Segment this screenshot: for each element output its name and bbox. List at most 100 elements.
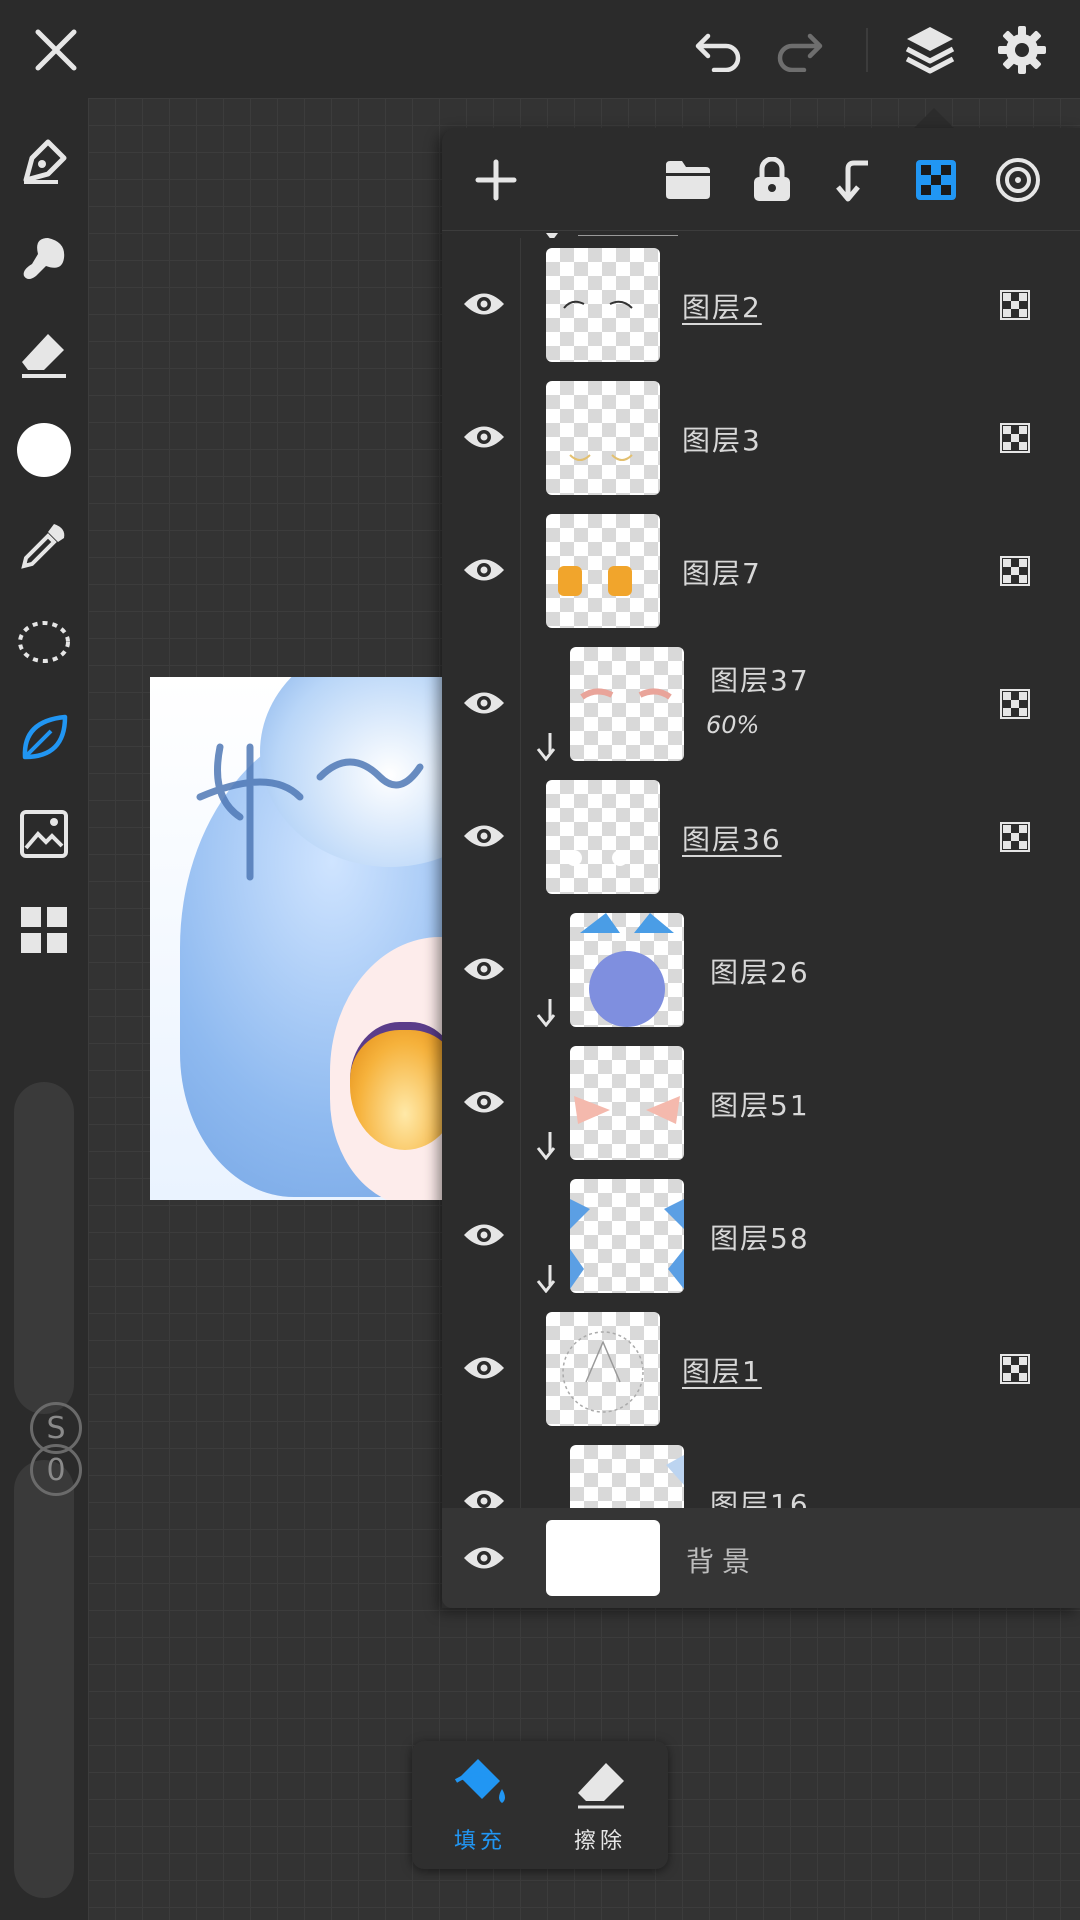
visibility-toggle[interactable] <box>454 673 514 733</box>
layer-name: 图层36 <box>682 823 782 856</box>
fill-mode-button[interactable]: 填充 <box>420 1755 540 1861</box>
lock-icon <box>754 157 790 201</box>
grid-layout-icon <box>21 907 67 953</box>
eyedropper-tool[interactable] <box>14 516 74 576</box>
visibility-toggle[interactable] <box>454 1338 514 1398</box>
clip-arrow-icon <box>536 1265 556 1294</box>
panel-pointer <box>914 108 954 128</box>
row-divider <box>520 1169 521 1302</box>
lasso-select-tool[interactable] <box>14 612 74 672</box>
opacity-label: 0 <box>30 1444 82 1496</box>
visibility-toggle[interactable] <box>454 540 514 600</box>
eye-icon <box>464 1547 504 1569</box>
row-divider <box>520 637 521 770</box>
layers-icon <box>905 27 955 74</box>
background-layer-row[interactable]: 背景 <box>442 1508 1080 1608</box>
eye-icon <box>464 692 504 714</box>
clipping-indicator <box>536 1263 556 1294</box>
eye-icon <box>464 1091 504 1113</box>
leaf-fill-tool-icon <box>22 714 68 760</box>
settings-icon <box>998 26 1046 74</box>
row-divider <box>520 238 521 371</box>
layer-row[interactable]: 图层1 <box>442 1302 1080 1436</box>
layer-name: 图层2 <box>682 291 762 324</box>
smudge-tool[interactable] <box>14 228 74 288</box>
eraser-tool[interactable] <box>14 324 74 384</box>
alpha-lock-icon <box>916 160 956 200</box>
layers-panel: 图层2 图层3 图层7 图层37 60% 图层36 图层26 图层51 图层58 图层1 图层16 … <box>442 128 1080 1608</box>
new-folder-button[interactable] <box>660 152 716 208</box>
layer-name: 图层1 <box>682 1355 762 1388</box>
alpha-lock-indicator[interactable] <box>1000 423 1030 453</box>
visibility-toggle[interactable] <box>454 1072 514 1132</box>
eraser-icon <box>22 334 66 378</box>
layout-tool[interactable] <box>14 900 74 960</box>
layer-thumbnail <box>570 1179 684 1293</box>
layer-thumbnail <box>546 248 660 362</box>
top-bar <box>0 0 1080 98</box>
visibility-toggle[interactable] <box>454 806 514 866</box>
layer-row[interactable]: 图层3 <box>442 371 1080 505</box>
opacity-slider[interactable]: 0 <box>14 1444 82 1898</box>
alpha-lock-indicator[interactable] <box>1000 556 1030 586</box>
eye-icon <box>464 559 504 581</box>
folder-icon <box>666 161 710 199</box>
layer-row[interactable]: 图层26 <box>442 903 1080 1037</box>
layer-thumbnail <box>546 1312 660 1426</box>
undo-icon <box>695 33 741 72</box>
row-divider <box>520 903 521 1036</box>
erase-label: 擦除 <box>573 1829 626 1854</box>
alpha-lock-indicator[interactable] <box>1000 290 1030 320</box>
alpha-lock-indicator[interactable] <box>1000 689 1030 719</box>
layer-row[interactable]: 图层2 <box>442 238 1080 372</box>
layer-thumbnail <box>546 514 660 628</box>
eye-icon <box>464 293 504 315</box>
close-button[interactable] <box>24 20 88 80</box>
leaf-fill-tool[interactable] <box>14 708 74 768</box>
erase-mode-button[interactable]: 擦除 <box>540 1755 660 1861</box>
layer-name: 图层26 <box>710 956 810 989</box>
visibility-toggle[interactable] <box>454 1528 514 1588</box>
layers-button[interactable] <box>898 18 962 82</box>
layer-thumbnail <box>570 647 684 761</box>
alpha-lock-indicator-icon <box>1000 689 1030 719</box>
visibility-toggle[interactable] <box>454 1205 514 1265</box>
layer-row[interactable]: 图层58 <box>442 1169 1080 1303</box>
settings-button[interactable] <box>990 18 1054 82</box>
visibility-toggle[interactable] <box>454 939 514 999</box>
clipping-mask-button[interactable] <box>826 152 882 208</box>
fill-label: 填充 <box>453 1829 506 1854</box>
brush-size-slider[interactable]: S <box>14 1082 82 1454</box>
layer-name: 图层51 <box>710 1089 810 1122</box>
redo-button[interactable] <box>768 20 832 80</box>
layer-row[interactable]: 图层51 <box>442 1036 1080 1170</box>
pen-tool[interactable] <box>14 132 74 192</box>
layer-row[interactable]: 图层7 <box>442 504 1080 638</box>
visibility-toggle[interactable] <box>454 274 514 334</box>
add-layer-button[interactable] <box>468 152 524 208</box>
layer-row[interactable]: 图层36 <box>442 770 1080 904</box>
layer-row[interactable]: 图层37 60% <box>442 637 1080 771</box>
image-import-tool[interactable] <box>14 804 74 864</box>
lasso-select-icon <box>18 621 70 663</box>
visibility-toggle[interactable] <box>454 407 514 467</box>
blend-mode-button[interactable] <box>990 152 1046 208</box>
alpha-lock-indicator[interactable] <box>1000 1354 1030 1384</box>
clip-arrow-icon <box>536 733 556 762</box>
row-divider <box>520 504 521 637</box>
eraser-icon <box>578 1763 624 1809</box>
alpha-lock-indicator[interactable] <box>1000 822 1030 852</box>
layer-name: 图层3 <box>682 424 762 457</box>
color-swatch[interactable] <box>14 420 74 480</box>
alpha-lock-indicator-icon <box>1000 423 1030 453</box>
lock-layer-button[interactable] <box>744 152 800 208</box>
alpha-lock-button[interactable] <box>908 152 964 208</box>
alpha-lock-indicator-icon <box>1000 822 1030 852</box>
pen-tool-icon <box>23 139 67 184</box>
undo-button[interactable] <box>686 20 750 80</box>
alpha-lock-indicator-icon <box>1000 1354 1030 1384</box>
layer-thumbnail <box>570 1046 684 1160</box>
clip-mask-icon <box>836 160 868 202</box>
eye-icon <box>464 1357 504 1379</box>
eye-icon <box>464 825 504 847</box>
